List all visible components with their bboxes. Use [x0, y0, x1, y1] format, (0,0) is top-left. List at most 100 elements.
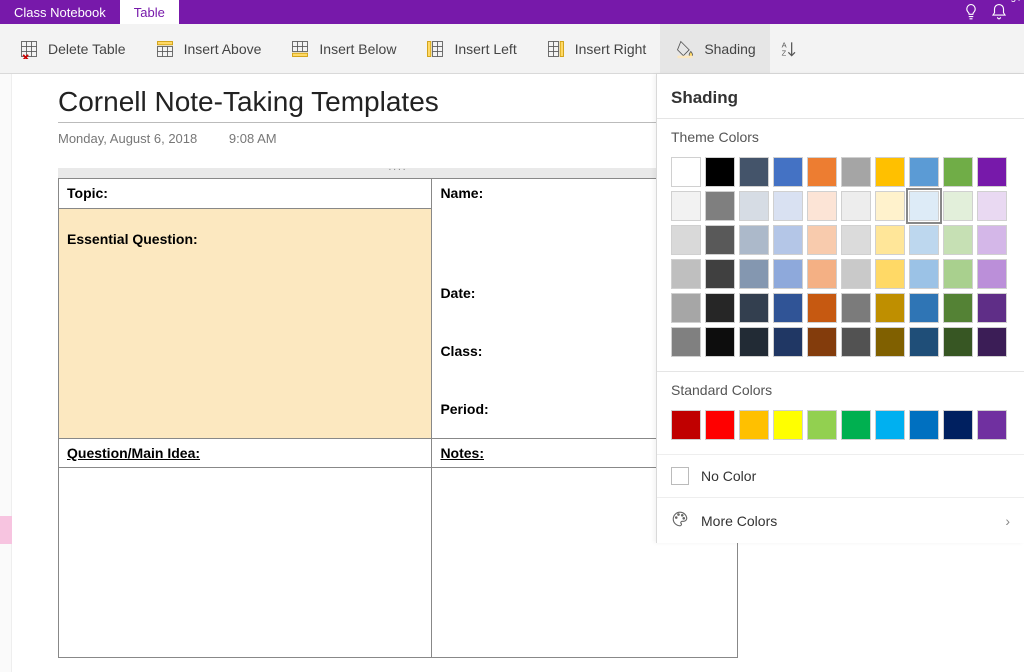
more-colors-label: More Colors	[701, 513, 777, 529]
insert-above-button[interactable]: Insert Above	[140, 24, 276, 73]
theme-swatch[interactable]	[977, 293, 1007, 323]
theme-swatch[interactable]	[977, 225, 1007, 255]
theme-swatch[interactable]	[909, 259, 939, 289]
cell-qmi-header[interactable]: Question/Main Idea:	[59, 439, 432, 468]
theme-swatch[interactable]	[875, 225, 905, 255]
cell-qmi-body[interactable]	[59, 468, 432, 658]
theme-swatch[interactable]	[875, 191, 905, 221]
theme-swatch[interactable]	[773, 293, 803, 323]
theme-swatch[interactable]	[943, 259, 973, 289]
theme-swatch[interactable]	[739, 293, 769, 323]
delete-table-label: Delete Table	[48, 41, 126, 57]
theme-swatch[interactable]	[807, 327, 837, 357]
theme-swatch[interactable]	[807, 191, 837, 221]
standard-swatch[interactable]	[909, 410, 939, 440]
theme-swatch[interactable]	[773, 191, 803, 221]
theme-swatch[interactable]	[671, 191, 701, 221]
insert-left-button[interactable]: Insert Left	[410, 24, 530, 73]
theme-swatch[interactable]	[773, 327, 803, 357]
theme-swatch[interactable]	[943, 327, 973, 357]
shading-button[interactable]: Shading	[660, 24, 769, 73]
theme-swatch[interactable]	[841, 225, 871, 255]
sort-button[interactable]: AZ	[770, 24, 810, 73]
theme-swatch[interactable]	[943, 225, 973, 255]
theme-swatch[interactable]	[807, 157, 837, 187]
more-colors-row[interactable]: More Colors ›	[657, 497, 1024, 543]
theme-swatch[interactable]	[909, 327, 939, 357]
tab-table[interactable]: Table	[120, 0, 179, 24]
theme-swatch[interactable]	[807, 293, 837, 323]
standard-swatch[interactable]	[773, 410, 803, 440]
theme-swatch[interactable]	[705, 327, 735, 357]
standard-swatch[interactable]	[671, 410, 701, 440]
theme-swatch[interactable]	[739, 327, 769, 357]
theme-swatch[interactable]	[943, 191, 973, 221]
theme-swatch[interactable]	[739, 191, 769, 221]
theme-swatch[interactable]	[705, 259, 735, 289]
theme-swatch[interactable]	[875, 293, 905, 323]
theme-swatch[interactable]	[671, 225, 701, 255]
lightbulb-icon[interactable]	[957, 0, 985, 24]
standard-swatch[interactable]	[739, 410, 769, 440]
shading-panel: Shading Theme Colors Standard Colors No …	[656, 74, 1024, 543]
page-title[interactable]: Cornell Note-Taking Templates	[58, 86, 758, 123]
theme-swatch[interactable]	[841, 327, 871, 357]
no-color-row[interactable]: No Color	[657, 454, 1024, 497]
insert-below-label: Insert Below	[319, 41, 396, 57]
cornell-table[interactable]: Topic: Name: Date: Class: Period: Essent…	[58, 178, 738, 658]
theme-swatch[interactable]	[705, 191, 735, 221]
insert-below-button[interactable]: Insert Below	[275, 24, 410, 73]
theme-swatch[interactable]	[739, 259, 769, 289]
theme-swatch[interactable]	[773, 157, 803, 187]
theme-swatch[interactable]	[671, 293, 701, 323]
chevron-right-icon: ›	[1005, 513, 1010, 529]
theme-swatch[interactable]	[773, 259, 803, 289]
standard-swatch[interactable]	[841, 410, 871, 440]
left-gutter	[0, 74, 12, 672]
bell-icon[interactable]	[985, 0, 1013, 24]
theme-swatch[interactable]	[875, 327, 905, 357]
page-time[interactable]: 9:08 AM	[229, 131, 277, 146]
theme-swatch[interactable]	[875, 157, 905, 187]
standard-swatch[interactable]	[875, 410, 905, 440]
standard-swatch[interactable]	[705, 410, 735, 440]
theme-swatch[interactable]	[671, 157, 701, 187]
theme-color-grid	[657, 149, 1024, 371]
page-date[interactable]: Monday, August 6, 2018	[58, 131, 197, 146]
standard-swatch[interactable]	[977, 410, 1007, 440]
container-handle[interactable]	[58, 168, 738, 178]
theme-swatch[interactable]	[705, 293, 735, 323]
theme-swatch[interactable]	[705, 157, 735, 187]
theme-swatch[interactable]	[943, 293, 973, 323]
theme-swatch[interactable]	[739, 157, 769, 187]
theme-swatch[interactable]	[671, 327, 701, 357]
theme-swatch[interactable]	[875, 259, 905, 289]
theme-swatch[interactable]	[977, 191, 1007, 221]
theme-swatch[interactable]	[705, 225, 735, 255]
theme-swatch[interactable]	[977, 259, 1007, 289]
theme-swatch[interactable]	[671, 259, 701, 289]
theme-swatch[interactable]	[841, 191, 871, 221]
theme-swatch[interactable]	[909, 191, 939, 221]
section-tab-indicator[interactable]	[0, 516, 12, 544]
theme-swatch[interactable]	[841, 259, 871, 289]
cell-essential-question[interactable]: Essential Question:	[59, 209, 432, 439]
theme-swatch[interactable]	[807, 259, 837, 289]
theme-swatch[interactable]	[977, 327, 1007, 357]
insert-right-button[interactable]: Insert Right	[531, 24, 661, 73]
tab-class-notebook[interactable]: Class Notebook	[0, 0, 120, 24]
standard-swatch[interactable]	[807, 410, 837, 440]
standard-swatch[interactable]	[943, 410, 973, 440]
theme-swatch[interactable]	[739, 225, 769, 255]
theme-swatch[interactable]	[807, 225, 837, 255]
theme-swatch[interactable]	[909, 225, 939, 255]
theme-swatch[interactable]	[909, 293, 939, 323]
theme-swatch[interactable]	[909, 157, 939, 187]
cell-topic[interactable]: Topic:	[59, 179, 432, 209]
theme-swatch[interactable]	[943, 157, 973, 187]
theme-swatch[interactable]	[773, 225, 803, 255]
delete-table-button[interactable]: Delete Table	[4, 24, 140, 73]
theme-swatch[interactable]	[841, 293, 871, 323]
theme-swatch[interactable]	[841, 157, 871, 187]
theme-swatch[interactable]	[977, 157, 1007, 187]
